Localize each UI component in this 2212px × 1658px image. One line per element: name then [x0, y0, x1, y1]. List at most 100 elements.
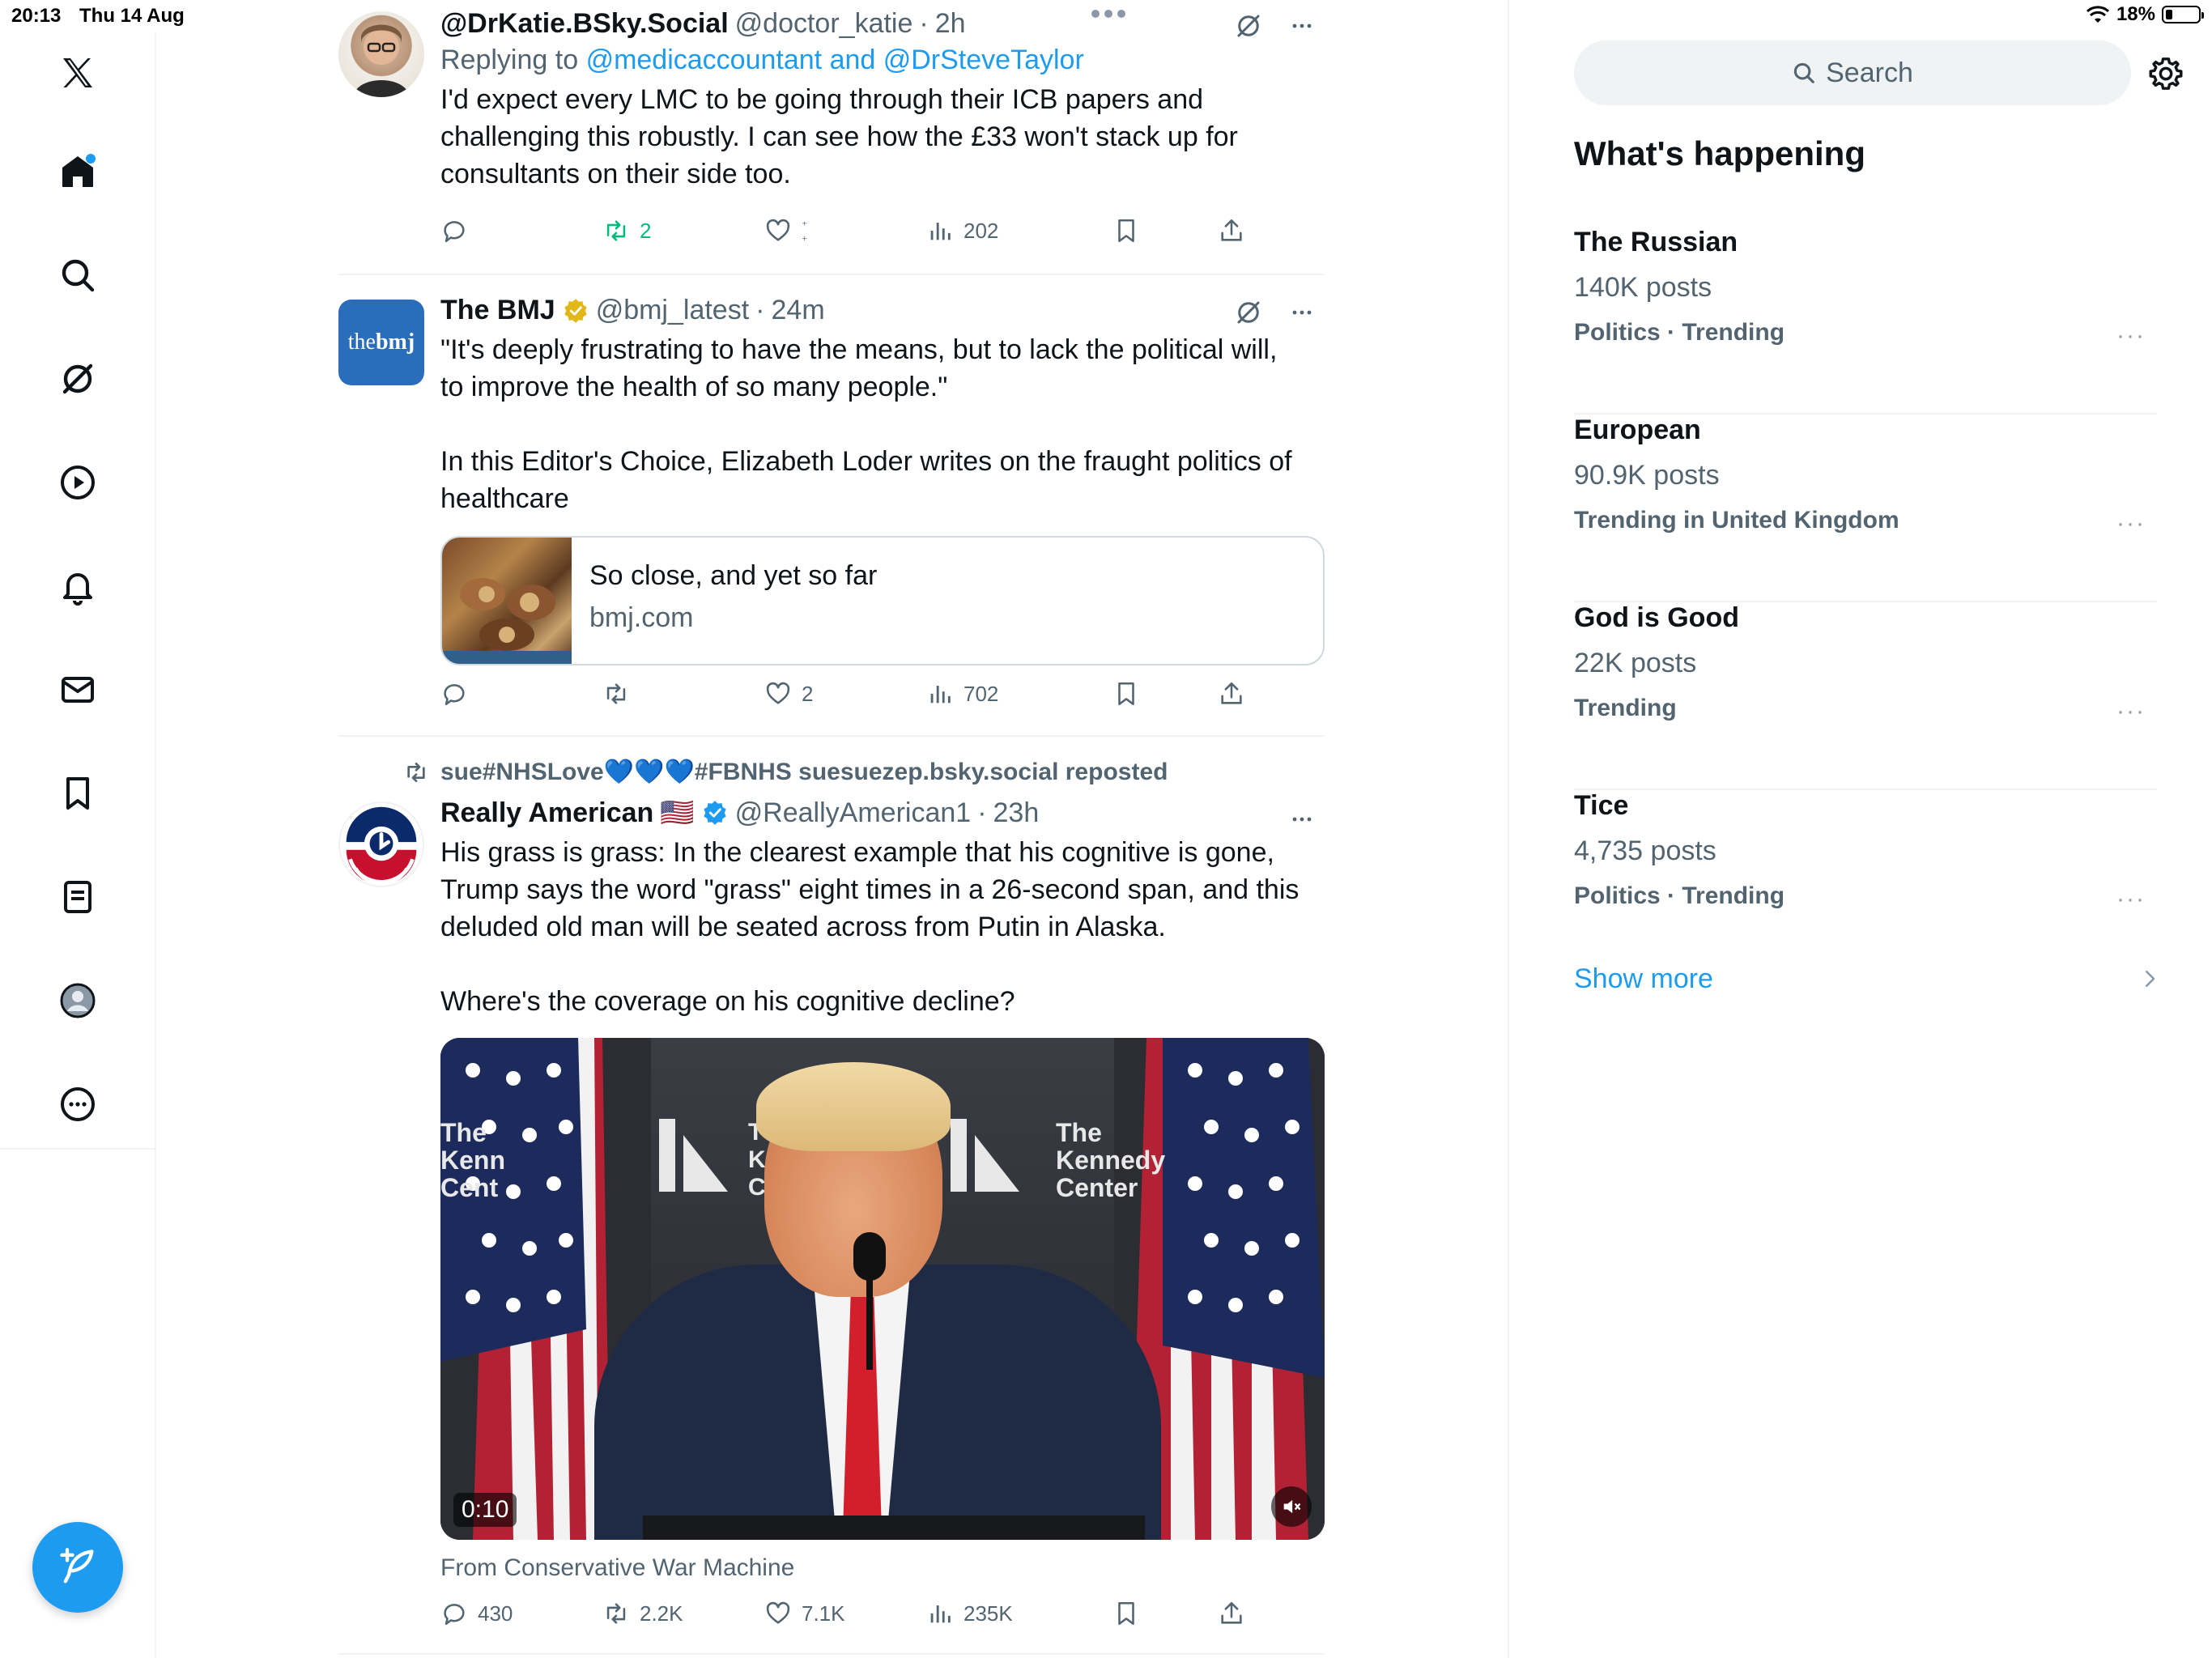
grok-icon[interactable] [53, 355, 102, 403]
link-card-domain: bmj.com [589, 602, 694, 633]
bookmark-button[interactable] [1112, 217, 1140, 244]
author-name[interactable]: @DrKatie.BSky.Social [440, 8, 729, 40]
compose-post-button[interactable] [32, 1522, 123, 1613]
tweet[interactable]: thebmj The BMJ @bmj_latest · 24m "It's d… [338, 275, 1325, 737]
separator-dot: · [977, 797, 987, 828]
share-button[interactable] [1218, 680, 1245, 708]
more-options-icon[interactable] [53, 1080, 102, 1129]
gear-icon[interactable] [2147, 55, 2184, 92]
messages-envelope-icon[interactable] [53, 665, 102, 714]
like-button[interactable]: 2 [764, 680, 813, 708]
tweet-time[interactable]: 24m [772, 295, 825, 326]
share-icon [1221, 682, 1242, 704]
author-handle[interactable]: @doctor_katie [735, 8, 913, 40]
bookmark-icon [1118, 1601, 1134, 1626]
more-horizontal-icon[interactable] [1287, 298, 1317, 327]
home-icon[interactable] [53, 147, 102, 196]
more-horizontal-icon[interactable] [1287, 11, 1317, 40]
repost-icon [606, 683, 626, 704]
more-horizontal-icon[interactable] [1287, 805, 1317, 834]
avatar[interactable] [338, 11, 424, 97]
bookmark-button[interactable] [1112, 680, 1140, 708]
replying-to-link[interactable]: @medicaccountant and @DrSteveTaylor [586, 45, 1084, 75]
tweet-actions: 2 ⁺ ₊ 202 [440, 217, 1250, 257]
video-icon[interactable] [53, 458, 102, 507]
notifications-bell-icon[interactable] [53, 562, 102, 610]
repost-button[interactable]: 2.2K [602, 1600, 683, 1627]
link-card[interactable]: So close, and yet so far bmj.com [440, 536, 1325, 665]
share-button[interactable] [1218, 1600, 1245, 1627]
separator-dot: · [919, 8, 929, 39]
trend-title: European [1574, 414, 1701, 445]
author-handle[interactable]: @bmj_latest [596, 295, 749, 326]
tweet-time[interactable]: 2h [935, 8, 966, 40]
status-date: Thu 14 Aug [79, 5, 185, 27]
avatar[interactable]: thebmj [338, 300, 424, 385]
search-icon[interactable] [53, 251, 102, 300]
tweet[interactable]: sue#NHSLove💙💙💙#FBNHS suesuezep.bsky.soci… [338, 737, 1325, 1655]
speaker-hair [756, 1062, 951, 1151]
author-handle[interactable]: @ReallyAmerican1 [735, 797, 972, 829]
reply-button[interactable] [440, 217, 468, 244]
trend-more-icon[interactable]: ··· [2116, 322, 2146, 350]
tweet-time[interactable]: 23h [993, 797, 1040, 829]
mute-button[interactable] [1271, 1486, 1312, 1527]
tweet[interactable]: @DrKatie.BSky.Social @doctor_katie · 2h … [338, 0, 1325, 275]
trend-posts: 140K posts [1574, 272, 1712, 303]
grok-icon[interactable] [1234, 11, 1263, 40]
show-more-link[interactable]: Show more [1574, 963, 1713, 995]
heart-icon [766, 219, 790, 241]
views-count: 702 [963, 681, 999, 706]
separator-dot: · [755, 295, 765, 325]
like-button[interactable]: 7.1K [764, 1600, 845, 1627]
trend-item[interactable]: God is Good 22K posts Trending ··· [1574, 602, 2157, 790]
views-button[interactable]: 202 [926, 217, 998, 244]
share-icon [1221, 219, 1242, 241]
repost-button[interactable] [602, 680, 630, 708]
tweet-header: @DrKatie.BSky.Social @doctor_katie · 2h [440, 8, 1325, 40]
x-logo-icon[interactable] [53, 49, 102, 97]
trend-item[interactable]: European 90.9K posts Trending in United … [1574, 414, 2157, 602]
reply-button[interactable] [440, 680, 468, 708]
grok-icon[interactable] [1234, 298, 1263, 327]
video-source-attribution[interactable]: From Conservative War Machine [440, 1554, 794, 1582]
lists-icon[interactable] [53, 873, 102, 921]
repost-button[interactable]: 2 [602, 217, 651, 244]
trend-item[interactable]: Tice 4,735 posts Politics · Trending ··· [1574, 790, 2157, 978]
repost-count: 2.2K [640, 1601, 683, 1626]
search-input[interactable]: Search [1574, 40, 2131, 105]
reposted-by-line[interactable]: sue#NHSLove💙💙💙#FBNHS suesuezep.bsky.soci… [403, 758, 1168, 786]
trend-more-icon[interactable]: ··· [2116, 886, 2146, 913]
views-chart-icon [930, 223, 951, 240]
tweet-body: Really American 🇺🇸 @ReallyAmerican1 · 23… [440, 797, 1325, 1020]
microphone [853, 1232, 886, 1281]
trend-more-icon[interactable]: ··· [2116, 510, 2146, 538]
tweet-header: Really American 🇺🇸 @ReallyAmerican1 · 23… [440, 797, 1325, 829]
kennedy-center-logo-icon [659, 1119, 728, 1192]
trend-posts: 90.9K posts [1574, 460, 1720, 491]
share-button[interactable] [1218, 217, 1245, 244]
views-button[interactable]: 702 [926, 680, 998, 708]
video-player[interactable]: The Kenn Cent T K C The Kennedy Center 0… [440, 1038, 1325, 1540]
share-icon [1221, 1601, 1242, 1624]
chevron-right-icon[interactable] [2138, 967, 2162, 991]
author-name[interactable]: Really American [440, 797, 653, 829]
like-button[interactable]: ⁺ ₊ [764, 217, 807, 244]
trend-category: Politics · Trending [1574, 319, 1785, 346]
bookmark-button[interactable] [1112, 1600, 1140, 1627]
reply-icon [444, 1604, 465, 1626]
bmj-logo-text: thebmj [347, 329, 415, 355]
author-name[interactable]: The BMJ [440, 295, 555, 326]
profile-avatar-icon[interactable] [53, 976, 102, 1025]
bookmarks-icon[interactable] [53, 769, 102, 818]
trend-more-icon[interactable]: ··· [2116, 698, 2146, 725]
tweet-text-paragraph: His grass is grass: In the clearest exam… [440, 837, 1300, 942]
views-button[interactable]: 235K [926, 1600, 1013, 1627]
reply-button[interactable]: 430 [440, 1600, 513, 1627]
tweet-text: "It's deeply frustrating to have the mea… [440, 331, 1299, 517]
tweet-body: @DrKatie.BSky.Social @doctor_katie · 2h … [440, 8, 1325, 193]
reply-icon [444, 221, 465, 243]
avatar[interactable] [338, 801, 424, 887]
tweet-text-paragraph: Where's the coverage on his cognitive de… [440, 986, 1015, 1017]
trend-item[interactable]: The Russian 140K posts Politics · Trendi… [1574, 227, 2157, 414]
